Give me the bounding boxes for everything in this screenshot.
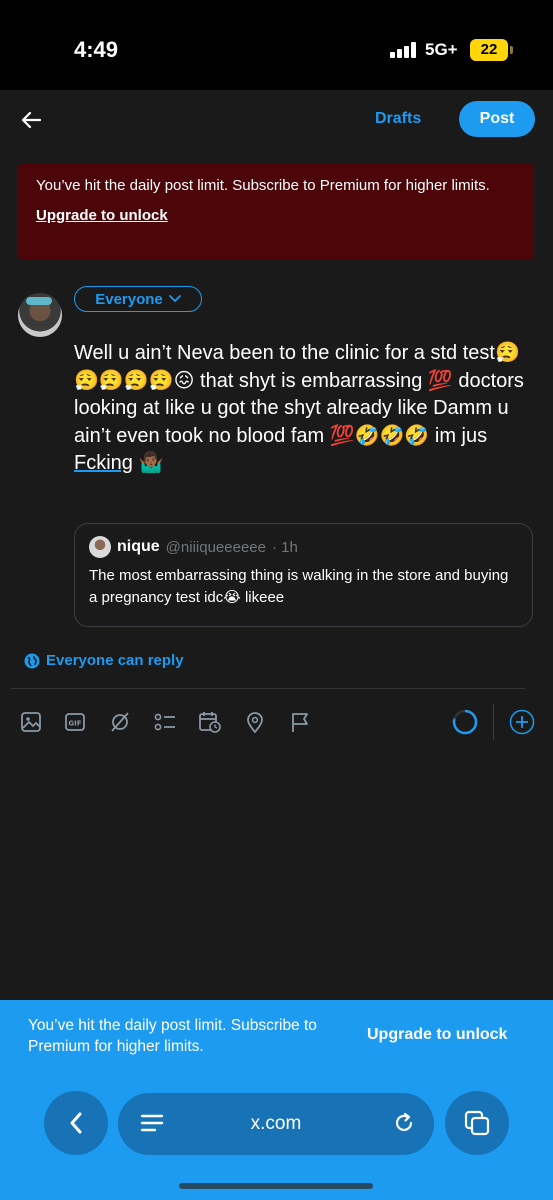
location-icon — [247, 712, 263, 733]
audience-label: Everyone — [95, 290, 163, 308]
poll-button[interactable] — [153, 710, 177, 734]
image-button[interactable] — [19, 710, 43, 734]
reply-setting-label: Everyone can reply — [46, 652, 184, 669]
drafts-button[interactable]: Drafts — [375, 110, 421, 128]
back-button[interactable] — [16, 106, 46, 134]
browser-back-button[interactable] — [44, 1091, 108, 1155]
globe-icon — [24, 653, 40, 668]
quoted-post[interactable]: nique @niiiqueeeeee · 1h The most embarr… — [74, 523, 533, 627]
network-label: 5G+ — [425, 40, 458, 59]
avatar[interactable] — [18, 293, 62, 337]
divider — [10, 688, 526, 689]
poll-icon — [154, 713, 175, 731]
flag-button[interactable] — [288, 710, 312, 734]
arrow-left-icon — [21, 111, 41, 129]
browser-toolbar: x.com — [0, 1072, 553, 1200]
schedule-icon — [199, 712, 221, 733]
compose-text-part: Well u ain’t Neva been to the clinic for… — [74, 342, 524, 447]
home-indicator — [179, 1183, 373, 1189]
url-text: x.com — [250, 1113, 302, 1134]
quote-author-handle: @niiiqueeeeee — [165, 538, 266, 556]
character-count-icon — [452, 709, 478, 735]
tabs-icon — [464, 1110, 490, 1136]
reply-setting-button[interactable]: Everyone can reply — [24, 652, 184, 669]
upgrade-link[interactable]: Upgrade to unlock — [36, 207, 168, 224]
compose-toolbar: GIF — [0, 702, 553, 742]
add-post-button[interactable] — [509, 709, 535, 735]
add-post-icon — [509, 709, 535, 735]
compose-text-part: 🤷🏾‍♂️ — [132, 452, 164, 474]
bottom-limit-message: You’ve hit the daily post limit. Subscri… — [28, 1017, 317, 1055]
url-bar[interactable]: x.com — [118, 1093, 434, 1155]
chevron-left-icon — [70, 1112, 82, 1134]
bottom-upgrade-button[interactable]: Upgrade to unlock — [367, 1026, 507, 1044]
post-limit-message: You’ve hit the daily post limit. Subscri… — [36, 177, 490, 194]
image-icon — [21, 712, 41, 732]
grok-icon — [111, 712, 129, 732]
gif-icon: GIF — [65, 713, 85, 731]
toolbar-separator — [493, 704, 494, 740]
compose-screen: Drafts Post You’ve hit the daily post li… — [0, 90, 553, 1000]
quote-time: · 1h — [271, 538, 298, 556]
grok-button[interactable] — [108, 710, 132, 734]
svg-text:GIF: GIF — [68, 720, 81, 728]
post-limit-banner: You’ve hit the daily post limit. Subscri… — [18, 164, 534, 260]
status-time: 4:49 — [74, 37, 119, 62]
location-button[interactable] — [243, 710, 267, 734]
character-count-indicator — [451, 708, 479, 736]
audience-selector[interactable]: Everyone — [74, 286, 202, 312]
quote-avatar — [89, 536, 111, 558]
battery-icon: 22 — [470, 39, 513, 61]
signal-icon — [390, 42, 416, 58]
tabs-button[interactable] — [445, 1091, 509, 1155]
quote-text: The most embarrassing thing is walking i… — [89, 567, 509, 606]
quote-author-name: nique — [117, 538, 160, 555]
chevron-down-icon — [168, 295, 181, 303]
status-bar: 4:49 5G+ 22 — [0, 0, 553, 90]
schedule-button[interactable] — [198, 710, 222, 734]
post-button[interactable]: Post — [459, 101, 535, 137]
reload-icon[interactable] — [392, 1111, 416, 1135]
gif-button[interactable]: GIF — [63, 710, 87, 734]
bottom-limit-banner: You’ve hit the daily post limit. Subscri… — [0, 1000, 553, 1072]
misspelled-word: Fcking — [74, 452, 133, 474]
flag-icon — [292, 713, 308, 732]
compose-textarea[interactable]: Well u ain’t Neva been to the clinic for… — [74, 340, 526, 478]
